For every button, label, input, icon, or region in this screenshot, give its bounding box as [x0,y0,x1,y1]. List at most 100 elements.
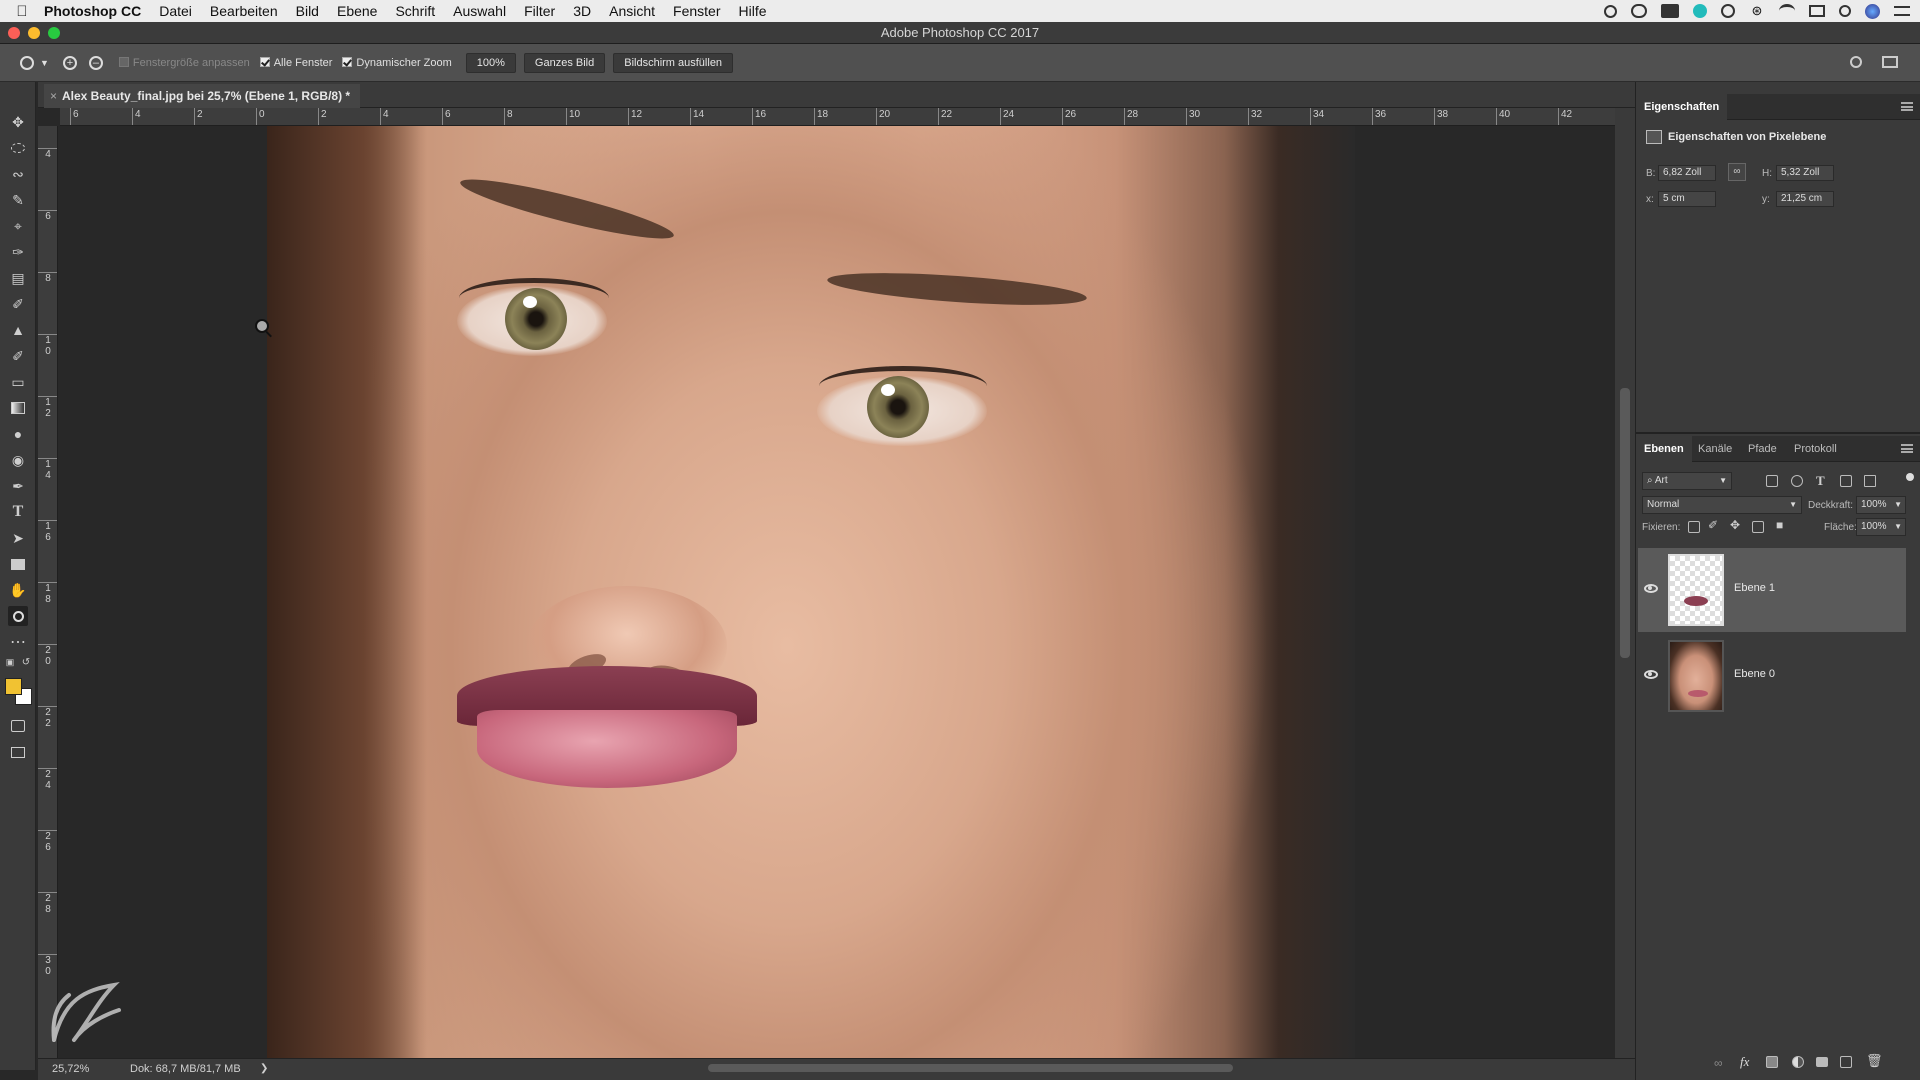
notification-center-icon[interactable] [1894,6,1910,16]
hand-tool-icon[interactable]: ✋ [8,580,28,600]
swap-colors-icon[interactable]: ↺ [20,656,32,668]
default-colors-icon[interactable]: ▣ [4,656,16,668]
layer-filter-kind[interactable]: ⌕ Art ▼ [1642,472,1732,490]
new-group-icon[interactable] [1816,1057,1828,1067]
zoom-100-button[interactable]: 100% [465,52,516,73]
menu-fenster[interactable]: Fenster [673,3,720,19]
properties-panel-menu-icon[interactable] [1901,102,1913,111]
minimize-window-button[interactable] [28,27,40,39]
all-windows-checkbox[interactable]: Alle Fenster [259,56,332,69]
filter-pixel-icon[interactable] [1766,475,1778,487]
screen-mode-icon[interactable] [8,742,28,762]
menu-ansicht[interactable]: Ansicht [609,3,655,19]
close-tab-icon[interactable]: × [50,84,57,108]
preset-dropdown-icon[interactable]: ▼ [40,58,49,68]
filter-shape-icon[interactable] [1840,475,1852,487]
eraser-tool-icon[interactable]: ▭ [8,372,28,392]
apple-menu-icon[interactable]:  [0,3,44,20]
all-windows-check-icon[interactable] [259,56,270,67]
crop-tool-icon[interactable]: ⌖ [8,216,28,236]
menu-ebene[interactable]: Ebene [337,3,377,19]
siri-icon[interactable] [1865,3,1880,19]
quick-selection-tool-icon[interactable]: ✎ [8,190,28,210]
status-menu-arrow-icon[interactable]: ❯ [260,1059,268,1079]
link-dimensions-icon[interactable]: ∞ [1728,163,1746,181]
add-mask-icon[interactable] [1766,1056,1778,1068]
layer-visibility-eye-icon[interactable] [1644,584,1658,593]
zoom-window-button[interactable] [48,27,60,39]
lock-all-icon[interactable]: ■ [1776,518,1783,532]
fill-screen-button[interactable]: Bildschirm ausfüllen [613,52,734,73]
document-tab[interactable]: × Alex Beauty_final.jpg bei 25,7% (Ebene… [44,84,361,108]
tab-paths[interactable]: Pfade [1740,436,1785,462]
layer-row-ebene-1[interactable]: Ebene 1 [1638,548,1906,632]
pen-tool-icon[interactable]: ✒ [8,476,28,496]
close-window-button[interactable] [8,27,20,39]
dodge-tool-icon[interactable]: ◉ [8,450,28,470]
zoom-out-icon[interactable]: – [88,55,103,70]
tab-history[interactable]: Protokoll [1786,436,1845,462]
blur-tool-icon[interactable]: ● [8,424,28,444]
portrait-photo[interactable] [267,126,1355,1058]
layer-name[interactable]: Ebene 0 [1734,668,1775,680]
y-field[interactable]: 21,25 cm [1776,191,1834,207]
menu-filter[interactable]: Filter [524,3,555,19]
lock-pixels-icon[interactable]: ✐ [1708,518,1718,532]
spotlight-search-icon[interactable] [1839,5,1851,17]
history-brush-tool-icon[interactable]: ✐ [8,346,28,366]
clone-stamp-tool-icon[interactable]: ▲ [8,320,28,340]
height-field[interactable]: 5,32 Zoll [1776,165,1834,181]
bluetooth-icon[interactable]: ⊛ [1749,4,1765,18]
doc-size-info[interactable]: Dok: 68,7 MB/81,7 MB [130,1059,241,1079]
dynamic-zoom-checkbox[interactable]: Dynamischer Zoom [342,56,452,69]
menu-3d[interactable]: 3D [573,3,591,19]
vertical-scrollbar-thumb[interactable] [1620,388,1630,658]
document-canvas[interactable] [58,126,1615,1058]
time-machine-icon[interactable] [1721,4,1735,18]
move-tool-icon[interactable]: ✥ [8,112,28,132]
lock-transparency-icon[interactable] [1688,521,1700,533]
menu-schrift[interactable]: Schrift [395,3,435,19]
menu-hilfe[interactable]: Hilfe [739,3,767,19]
app-menu[interactable]: Photoshop CC [44,3,141,19]
menu-auswahl[interactable]: Auswahl [453,3,506,19]
layer-style-fx-icon[interactable]: fx [1740,1054,1749,1070]
zoom-in-icon[interactable]: + [62,55,77,70]
menu-datei[interactable]: Datei [159,3,192,19]
opacity-field[interactable]: 100% ▼ [1856,496,1906,514]
brush-tool-icon[interactable]: ✐ [8,294,28,314]
filter-smart-object-icon[interactable] [1864,475,1876,487]
rectangle-tool-icon[interactable] [8,554,28,574]
layer-visibility-eye-icon[interactable] [1644,670,1658,679]
horizontal-scrollbar-thumb[interactable] [708,1064,1233,1072]
zoom-tool-preset-icon[interactable] [20,55,34,70]
width-field[interactable]: 6,82 Zoll [1658,165,1716,181]
airplay-icon[interactable] [1809,5,1825,17]
tab-channels[interactable]: Kanäle [1690,436,1740,462]
layer-row-ebene-0[interactable]: Ebene 0 [1638,634,1906,718]
layer-name[interactable]: Ebene 1 [1734,582,1775,594]
layers-panel-menu-icon[interactable] [1901,444,1913,453]
delete-layer-icon[interactable]: 🗑 [1866,1053,1883,1069]
marquee-tool-icon[interactable] [8,138,28,158]
more-tools-icon[interactable]: ⋯ [8,632,28,652]
workspace-icon[interactable] [1882,56,1898,68]
filter-type-icon[interactable]: T [1816,473,1825,489]
filter-toggle-icon[interactable] [1906,473,1914,481]
lock-position-icon[interactable]: ✥ [1730,518,1740,532]
link-layers-icon[interactable]: ∞ [1714,1056,1723,1070]
search-icon[interactable] [1850,56,1862,68]
eyedropper-tool-icon[interactable]: ✑ [8,242,28,262]
zoom-level-field[interactable]: 25,72% [52,1059,89,1079]
fit-screen-button[interactable]: Ganzes Bild [523,52,606,73]
record-icon[interactable] [1604,4,1617,18]
gradient-tool-icon[interactable] [8,398,28,418]
path-selection-tool-icon[interactable]: ➤ [8,528,28,548]
fill-field[interactable]: 100% ▼ [1856,518,1906,536]
type-tool-icon[interactable]: T [8,502,28,522]
x-field[interactable]: 5 cm [1658,191,1716,207]
tab-properties[interactable]: Eigenschaften [1636,94,1728,120]
zoom-tool-icon[interactable] [8,606,28,626]
lasso-tool-icon[interactable]: ∾ [8,164,28,184]
dropbox-icon[interactable] [1661,4,1679,18]
